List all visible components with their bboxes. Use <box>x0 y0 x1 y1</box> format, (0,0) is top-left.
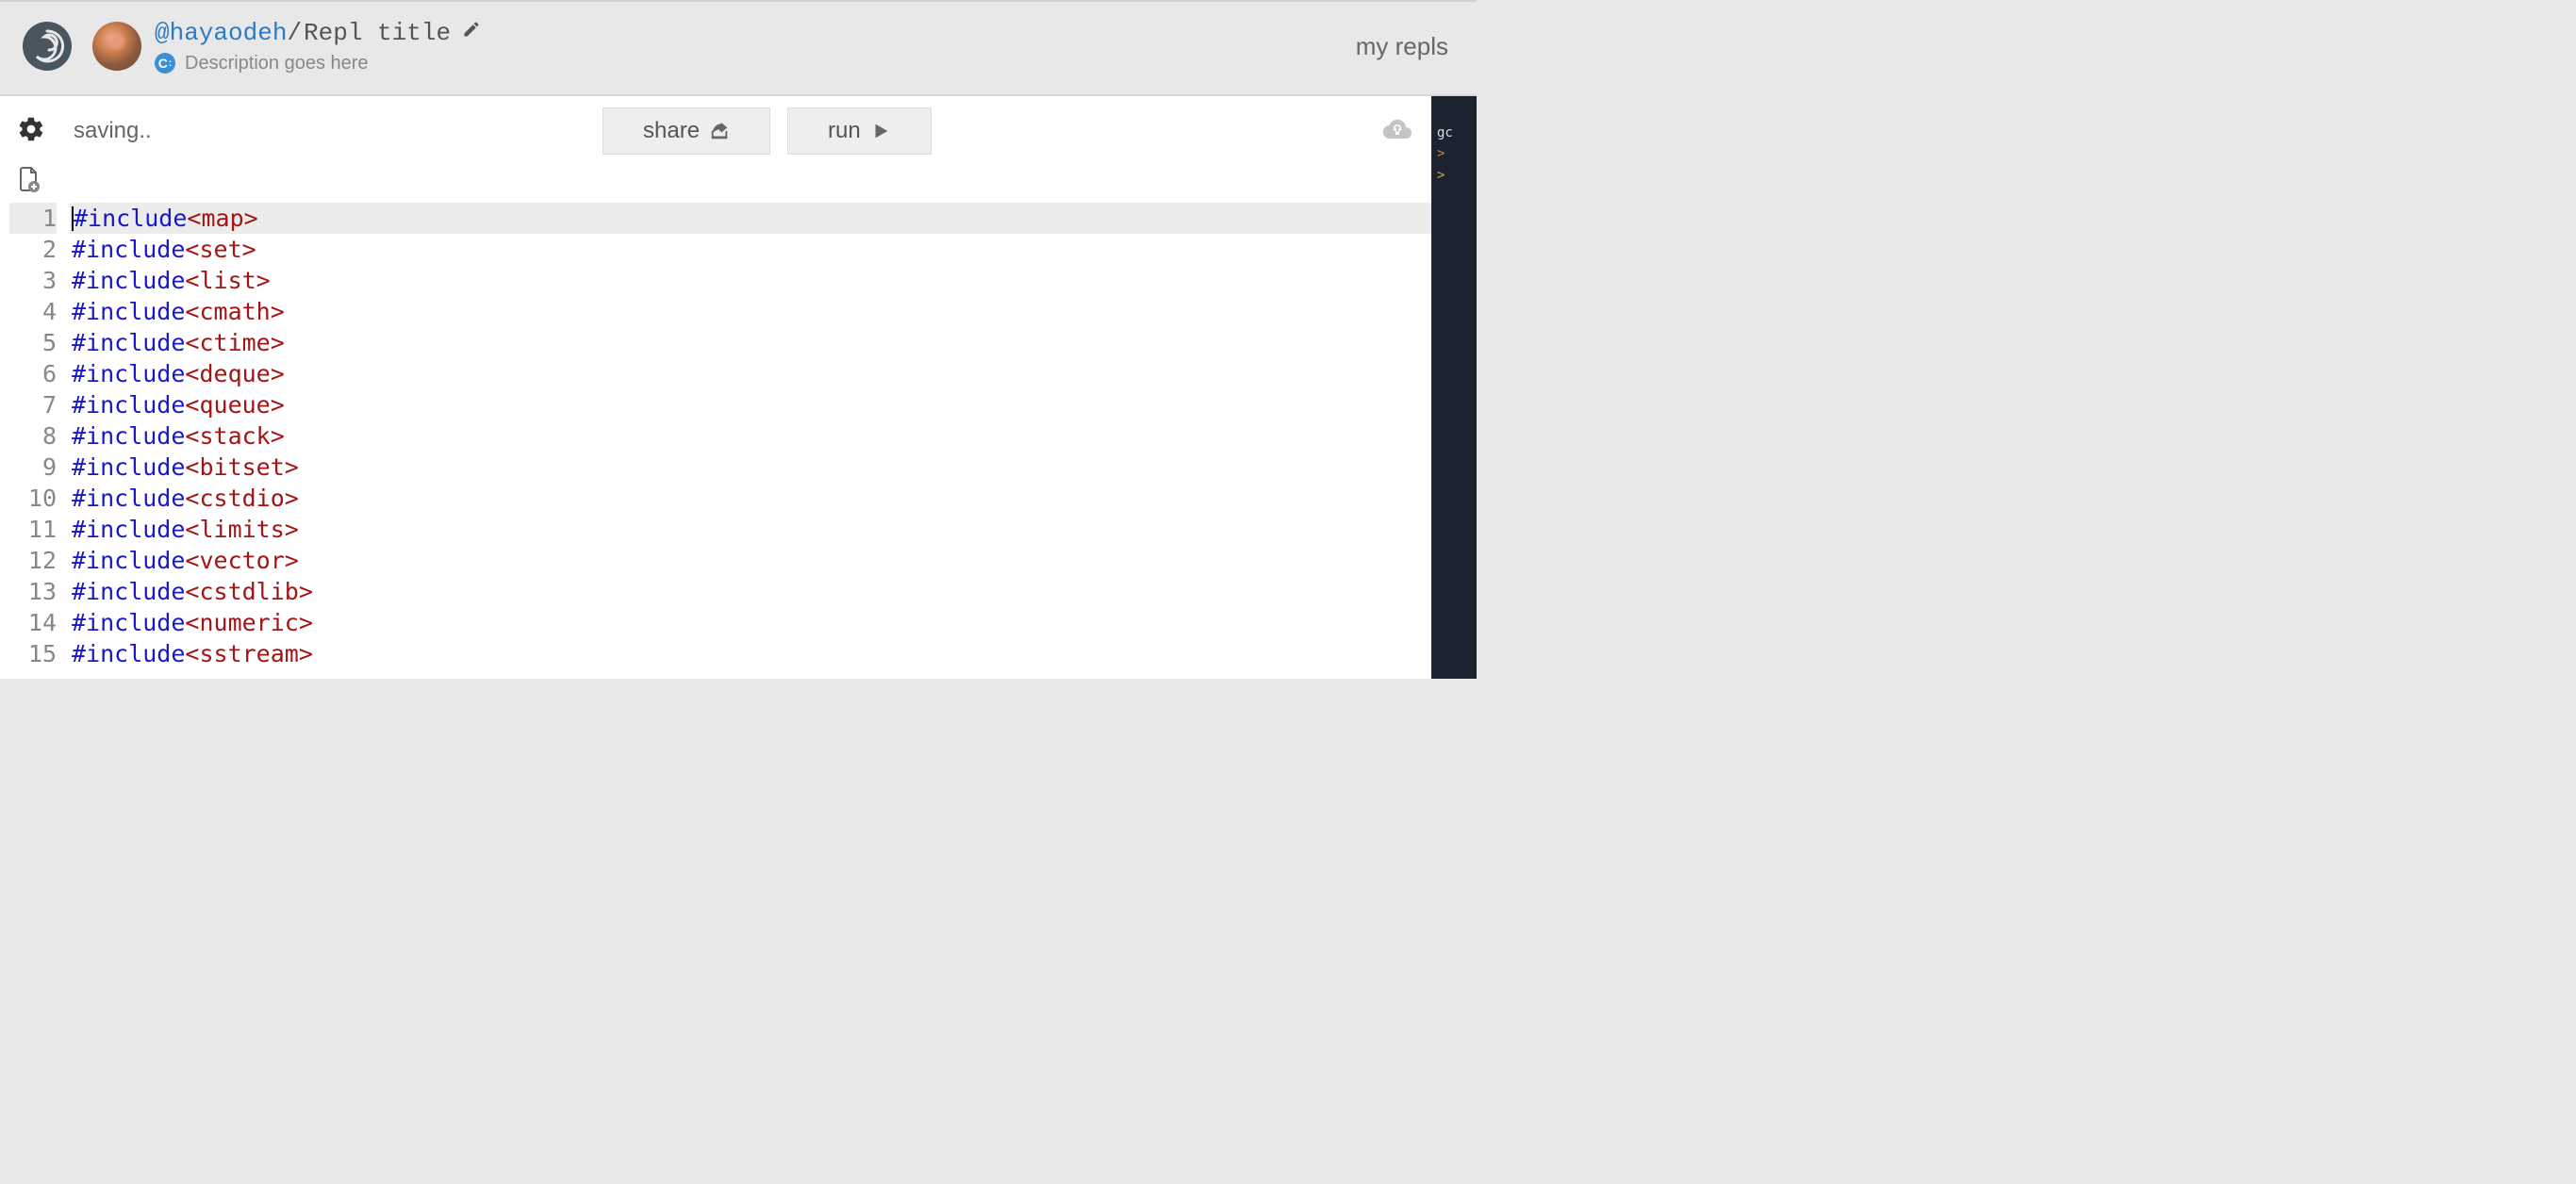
code-line[interactable]: #include <bitset> <box>70 452 1431 483</box>
console-prompt: > <box>1437 143 1471 164</box>
keyword-token: #include <box>72 638 185 669</box>
file-tools <box>0 162 1431 203</box>
keyword-token: #include <box>72 296 185 327</box>
code-line[interactable]: #include <queue> <box>70 389 1431 420</box>
code-line[interactable]: #include <ctime> <box>70 327 1431 358</box>
keyword-token: #include <box>72 545 185 576</box>
main-area: saving.. share run 123456789101112131415… <box>0 96 1477 679</box>
save-status: saving.. <box>74 118 152 144</box>
line-number: 13 <box>9 576 57 607</box>
console-prompt: > <box>1437 165 1471 186</box>
keyword-token: #include <box>72 265 185 296</box>
line-number: 9 <box>9 452 57 483</box>
play-icon <box>870 121 891 141</box>
include-target-token: <deque> <box>185 358 284 389</box>
include-target-token: <cstdio> <box>185 483 298 514</box>
include-target-token: <cstdlib> <box>185 576 312 607</box>
edit-title-icon[interactable] <box>462 20 481 45</box>
include-target-token: <queue> <box>185 389 284 420</box>
editor-toolbar: saving.. share run <box>0 96 1431 162</box>
title-block: @hayaodeh / Repl title Description goes … <box>155 19 481 74</box>
header-bar: @hayaodeh / Repl title Description goes … <box>0 2 1477 96</box>
keyword-token: #include <box>72 576 185 607</box>
replit-logo[interactable] <box>23 22 72 71</box>
description-row: Description goes here <box>155 53 481 74</box>
line-number: 5 <box>9 327 57 358</box>
editor-pane: saving.. share run 123456789101112131415… <box>0 96 1431 679</box>
settings-gear-icon[interactable] <box>17 115 45 148</box>
keyword-token: #include <box>72 358 185 389</box>
line-number: 12 <box>9 545 57 576</box>
username-link[interactable]: @hayaodeh <box>155 19 287 47</box>
user-avatar[interactable] <box>92 22 141 71</box>
share-icon <box>709 121 730 141</box>
include-target-token: <set> <box>185 234 256 265</box>
cpp-language-icon <box>155 53 175 74</box>
include-target-token: <cmath> <box>185 296 284 327</box>
code-line[interactable]: #include <deque> <box>70 358 1431 389</box>
my-repls-link[interactable]: my repls <box>1356 32 1454 61</box>
line-number: 10 <box>9 483 57 514</box>
keyword-token: #include <box>72 452 185 483</box>
line-number: 4 <box>9 296 57 327</box>
line-number: 2 <box>9 234 57 265</box>
keyword-token: #include <box>72 514 185 545</box>
code-editor[interactable]: 123456789101112131415 #include <map>#inc… <box>0 203 1431 679</box>
code-line[interactable]: #include <set> <box>70 234 1431 265</box>
line-number: 7 <box>9 389 57 420</box>
include-target-token: <stack> <box>185 420 284 452</box>
code-line[interactable]: #include <cmath> <box>70 296 1431 327</box>
spiral-logo-icon <box>26 25 68 67</box>
line-number: 1 <box>9 203 57 234</box>
title-separator: / <box>287 19 302 47</box>
console-line: gc <box>1437 123 1471 143</box>
title-row: @hayaodeh / Repl title <box>155 19 481 47</box>
include-target-token: <numeric> <box>185 607 312 638</box>
code-line[interactable]: #include <cstdlib> <box>70 576 1431 607</box>
line-number: 15 <box>9 638 57 669</box>
line-number: 3 <box>9 265 57 296</box>
line-number: 14 <box>9 607 57 638</box>
keyword-token: #include <box>74 203 187 234</box>
keyword-token: #include <box>72 234 185 265</box>
keyword-token: #include <box>72 607 185 638</box>
code-line[interactable]: #include <list> <box>70 265 1431 296</box>
include-target-token: <bitset> <box>185 452 298 483</box>
code-content[interactable]: #include <map>#include <set>#include <li… <box>70 203 1431 679</box>
share-button[interactable]: share <box>603 107 770 155</box>
include-target-token: <list> <box>185 265 270 296</box>
run-button[interactable]: run <box>787 107 932 155</box>
code-line[interactable]: #include <numeric> <box>70 607 1431 638</box>
run-button-label: run <box>828 118 861 144</box>
cloud-upload-icon[interactable] <box>1382 118 1412 145</box>
line-number: 8 <box>9 420 57 452</box>
repl-description[interactable]: Description goes here <box>185 53 369 74</box>
include-target-token: <vector> <box>185 545 298 576</box>
keyword-token: #include <box>72 327 185 358</box>
keyword-token: #include <box>72 483 185 514</box>
line-number: 6 <box>9 358 57 389</box>
include-target-token: <sstream> <box>185 638 312 669</box>
include-target-token: <ctime> <box>185 327 284 358</box>
line-number: 11 <box>9 514 57 545</box>
code-line[interactable]: #include <cstdio> <box>70 483 1431 514</box>
code-line[interactable]: #include <sstream> <box>70 638 1431 669</box>
share-button-label: share <box>643 118 700 144</box>
keyword-token: #include <box>72 420 185 452</box>
code-line[interactable]: #include <vector> <box>70 545 1431 576</box>
include-target-token: <limits> <box>185 514 298 545</box>
keyword-token: #include <box>72 389 185 420</box>
console-pane[interactable]: gc > > <box>1431 96 1477 679</box>
include-target-token: <map> <box>187 203 257 234</box>
line-number-gutter: 123456789101112131415 <box>0 203 70 679</box>
code-line[interactable]: #include <stack> <box>70 420 1431 452</box>
add-file-icon[interactable] <box>17 180 40 196</box>
code-line[interactable]: #include <limits> <box>70 514 1431 545</box>
repl-title[interactable]: Repl title <box>304 19 451 47</box>
code-line[interactable]: #include <map> <box>70 203 1431 234</box>
